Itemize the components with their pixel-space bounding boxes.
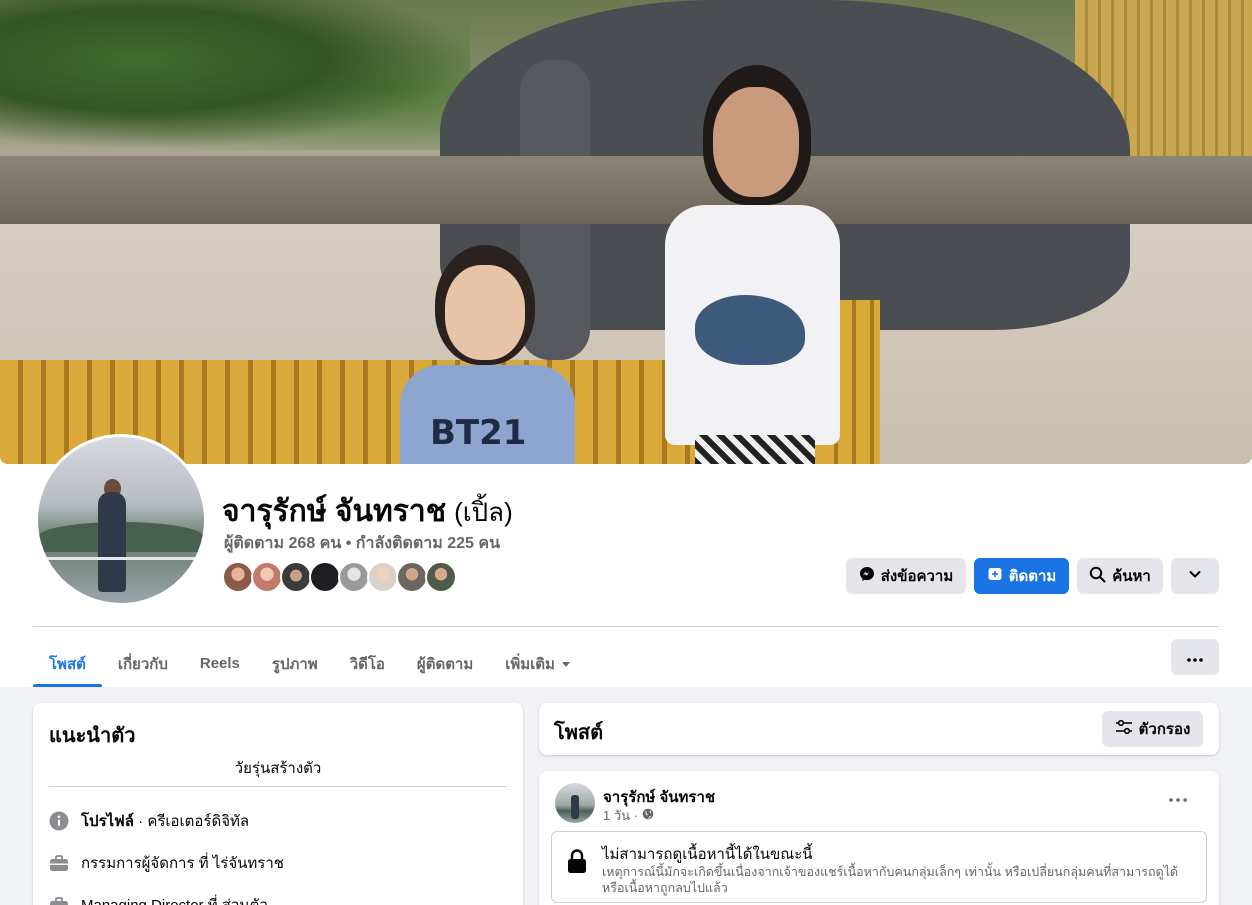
intro-item-work-1: กรรมการผู้จัดการ ที่ ไร่จันทราช	[49, 851, 284, 875]
intro-title: แนะนำตัว	[49, 725, 136, 747]
search-button-label: ค้นหา	[1112, 568, 1151, 585]
tab-reels[interactable]: Reels	[184, 640, 256, 687]
tab-label: Reels	[199, 655, 240, 672]
intro-separator	[49, 786, 507, 787]
follower-avatar[interactable]	[367, 561, 399, 593]
unavailable-description: เหตุการณ์นี้มักจะเกิดขึ้นเนื่องจากเจ้าขอ…	[602, 865, 1179, 895]
content-unavailable-box: ไม่สามารถดูเนื้อหานี้ได้ในขณะนี้ เหตุการ…	[551, 831, 1207, 903]
follower-avatar[interactable]	[396, 561, 428, 593]
briefcase-icon	[49, 895, 69, 905]
intro-item-text: Managing Director ที่ ส่วนตัว	[81, 893, 268, 905]
post-author-avatar[interactable]	[555, 783, 595, 823]
tab-photos[interactable]: รูปภาพ	[256, 640, 334, 687]
child-figure-left: BT21	[400, 245, 575, 464]
post-time[interactable]: 1 วัน ·	[603, 805, 638, 826]
tab-followers[interactable]: ผู้ติดตาม	[401, 640, 489, 687]
briefcase-icon	[49, 853, 69, 873]
tab-label: โพสต์	[49, 655, 86, 673]
tab-about[interactable]: เกี่ยวกับ	[102, 640, 184, 687]
profile-name: จารุรักษ์ จันทราช	[222, 495, 447, 528]
header-divider	[33, 626, 1219, 627]
tab-label: เพิ่มเติม	[505, 655, 555, 673]
intro-bio: วัยรุ่นสร้างตัว	[234, 760, 322, 777]
intro-item-bold: โปรไฟล์	[81, 813, 134, 830]
intro-item-work-2: Managing Director ที่ ส่วนตัว	[49, 893, 268, 905]
posts-header-card: โพสต์ ตัวกรอง	[539, 703, 1219, 755]
follower-avatar[interactable]	[338, 561, 370, 593]
profile-avatar[interactable]	[38, 437, 204, 603]
profile-name-row: จารุรักษ์ จันทราช (เปิ้ล)	[222, 488, 513, 535]
tab-label: วิดีโอ	[349, 655, 385, 673]
follower-avatar[interactable]	[309, 561, 341, 593]
tabs-overflow-button[interactable]	[1171, 639, 1219, 675]
search-icon	[1089, 566, 1106, 587]
messenger-icon	[859, 566, 875, 586]
tab-videos[interactable]: วิดีโอ	[334, 640, 401, 687]
cover-photo[interactable]: BT21	[0, 0, 1252, 464]
follow-stats[interactable]: ผู้ติดตาม 268 คน • กำลังติดตาม 225 คน	[224, 531, 500, 556]
more-dots-icon	[1187, 649, 1203, 665]
profile-alt-name: (เปิ้ล)	[454, 497, 513, 527]
filter-button[interactable]: ตัวกรอง	[1102, 711, 1203, 747]
tab-label: เกี่ยวกับ	[117, 655, 168, 673]
tab-more[interactable]: เพิ่มเติม	[489, 640, 587, 687]
follow-button[interactable]: ติดตาม	[974, 558, 1069, 594]
info-icon	[49, 811, 69, 831]
follower-avatar[interactable]	[251, 561, 283, 593]
profile-tabs: โพสต์ เกี่ยวกับ Reels รูปภาพ วิดีโอ ผู้ต…	[33, 640, 587, 687]
follow-button-label: ติดตาม	[1008, 568, 1057, 585]
post-meta: 1 วัน ·	[603, 805, 654, 826]
follower-avatar[interactable]	[280, 561, 312, 593]
intro-item-text: · ครีเอเตอร์ดิจิทัล	[134, 813, 250, 830]
filter-button-label: ตัวกรอง	[1138, 721, 1191, 738]
profile-header: BT21 จารุรักษ์ จันทราช (เปิ้ล) ผู้ติดตาม…	[0, 0, 1252, 687]
posts-title: โพสต์	[554, 722, 604, 744]
filter-sliders-icon	[1115, 719, 1133, 739]
more-dots-icon	[1169, 789, 1187, 806]
chevron-down-icon	[1188, 567, 1202, 585]
globe-icon	[642, 808, 654, 823]
tab-label: รูปภาพ	[271, 655, 318, 673]
profile-options-button[interactable]	[1171, 558, 1219, 594]
intro-item-text: กรรมการผู้จัดการ ที่ ไร่จันทราช	[81, 855, 284, 872]
search-button[interactable]: ค้นหา	[1077, 558, 1163, 594]
caret-down-icon	[561, 655, 571, 672]
unavailable-title: ไม่สามารถดูเนื้อหานี้ได้ในขณะนี้	[602, 846, 813, 863]
add-page-icon	[987, 566, 1003, 586]
message-button[interactable]: ส่งข้อความ	[846, 558, 966, 594]
intro-item-profile: โปรไฟล์ · ครีเอเตอร์ดิจิทัล	[49, 809, 249, 833]
follower-avatar[interactable]	[425, 561, 457, 593]
post-options-button[interactable]	[1169, 789, 1187, 807]
post-card: จารุรักษ์ จันทราช 1 วัน · ไม่สามารถดูเนื…	[539, 771, 1219, 905]
tab-posts[interactable]: โพสต์	[33, 640, 102, 687]
intro-card: แนะนำตัว วัยรุ่นสร้างตัว โปรไฟล์ · ครีเอ…	[33, 703, 523, 905]
follower-avatars	[222, 561, 462, 595]
follower-avatar[interactable]	[222, 561, 254, 593]
lock-icon	[566, 848, 588, 874]
message-button-label: ส่งข้อความ	[880, 568, 954, 585]
tab-label: ผู้ติดตาม	[416, 655, 474, 673]
child-figure-right	[665, 65, 840, 464]
